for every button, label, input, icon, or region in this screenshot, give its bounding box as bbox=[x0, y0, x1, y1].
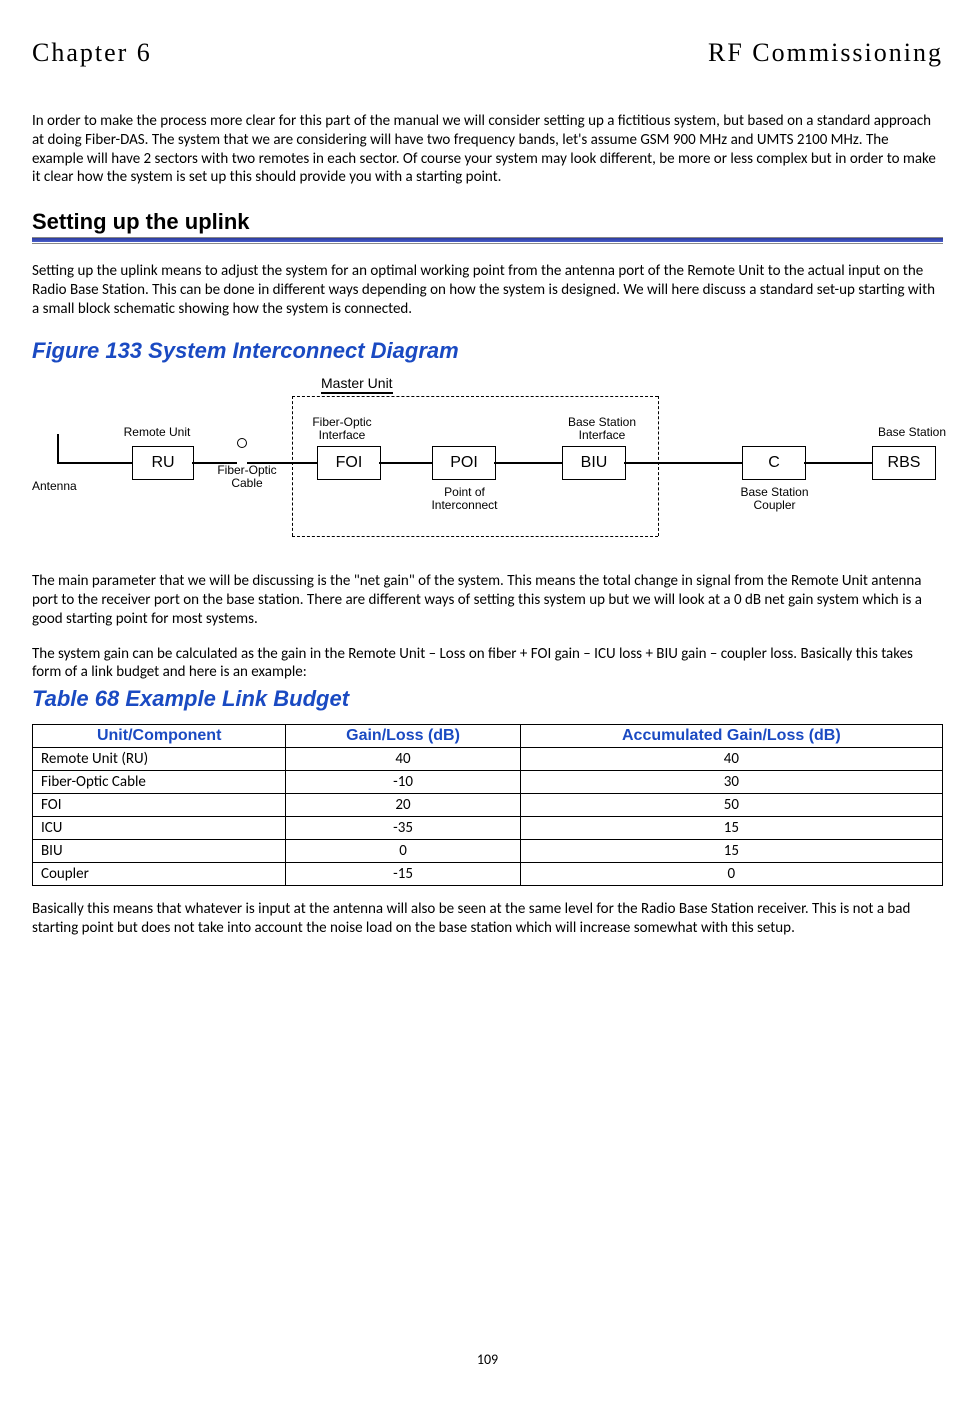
th-gain: Gain/Loss (dB) bbox=[286, 725, 520, 748]
table-row: BIU 0 15 bbox=[33, 840, 943, 863]
cell-gain: 20 bbox=[286, 794, 520, 817]
figure-title: Figure 133 System Interconnect Diagram bbox=[32, 338, 943, 364]
intro-paragraph: In order to make the process more clear … bbox=[32, 112, 943, 187]
heading-rule bbox=[32, 237, 943, 244]
label-biu: Base Station Interface bbox=[562, 416, 642, 442]
cell-unit: BIU bbox=[33, 840, 286, 863]
cell-acc: 50 bbox=[520, 794, 942, 817]
cell-unit: Coupler bbox=[33, 863, 286, 886]
th-unit: Unit/Component bbox=[33, 725, 286, 748]
label-coupler: Base Station Coupler bbox=[737, 486, 812, 512]
header-chapter: Chapter 6 bbox=[32, 38, 152, 68]
label-antenna: Antenna bbox=[32, 480, 82, 493]
section-heading-uplink: Setting up the uplink bbox=[32, 209, 943, 235]
page-number: 109 bbox=[32, 1351, 943, 1368]
cell-gain: -15 bbox=[286, 863, 520, 886]
cell-acc: 40 bbox=[520, 748, 942, 771]
cell-unit: FOI bbox=[33, 794, 286, 817]
cell-acc: 15 bbox=[520, 840, 942, 863]
label-poi: Point of Interconnect bbox=[427, 486, 502, 512]
cell-acc: 0 bbox=[520, 863, 942, 886]
net-gain-paragraph: The main parameter that we will be discu… bbox=[32, 572, 943, 628]
label-foi: Fiber-Optic Interface bbox=[307, 416, 377, 442]
box-biu: BIU bbox=[562, 446, 626, 480]
label-fiber-cable: Fiber-Optic Cable bbox=[212, 464, 282, 490]
line-foi-poi bbox=[379, 462, 432, 464]
master-unit-dash-bottom bbox=[292, 536, 658, 537]
cell-acc: 15 bbox=[520, 817, 942, 840]
table-header-row: Unit/Component Gain/Loss (dB) Accumulate… bbox=[33, 725, 943, 748]
label-remote-unit: Remote Unit bbox=[117, 426, 197, 439]
cell-acc: 30 bbox=[520, 771, 942, 794]
master-unit-dash-right bbox=[658, 396, 659, 536]
table-row: FOI 20 50 bbox=[33, 794, 943, 817]
box-c: C bbox=[742, 446, 806, 480]
th-acc: Accumulated Gain/Loss (dB) bbox=[520, 725, 942, 748]
table-row: Remote Unit (RU) 40 40 bbox=[33, 748, 943, 771]
system-interconnect-diagram: Master Unit Remote Unit Fiber-Optic Inte… bbox=[32, 376, 943, 556]
cell-gain: -35 bbox=[286, 817, 520, 840]
box-rbs: RBS bbox=[872, 446, 936, 480]
box-ru: RU bbox=[132, 446, 194, 480]
uplink-paragraph: Setting up the uplink means to adjust th… bbox=[32, 262, 943, 318]
link-budget-table: Unit/Component Gain/Loss (dB) Accumulate… bbox=[32, 724, 943, 886]
cell-gain: -10 bbox=[286, 771, 520, 794]
cell-unit: ICU bbox=[33, 817, 286, 840]
page-header: Chapter 6 RF Commissioning bbox=[32, 38, 943, 68]
line-poi-biu bbox=[494, 462, 562, 464]
line-biu-c bbox=[624, 462, 742, 464]
cell-unit: Fiber-Optic Cable bbox=[33, 771, 286, 794]
fiber-connector-icon bbox=[237, 438, 247, 448]
label-base-station: Base Station bbox=[872, 426, 952, 439]
table-row: Fiber-Optic Cable -10 30 bbox=[33, 771, 943, 794]
cell-gain: 0 bbox=[286, 840, 520, 863]
master-unit-underline bbox=[321, 392, 393, 394]
cell-gain: 40 bbox=[286, 748, 520, 771]
antenna-bar bbox=[57, 434, 59, 464]
table-row: Coupler -15 0 bbox=[33, 863, 943, 886]
master-unit-dash-top bbox=[292, 396, 658, 397]
cell-unit: Remote Unit (RU) bbox=[33, 748, 286, 771]
box-foi: FOI bbox=[317, 446, 381, 480]
box-poi: POI bbox=[432, 446, 496, 480]
label-master-unit: Master Unit bbox=[321, 376, 393, 391]
table-title: Table 68 Example Link Budget bbox=[32, 686, 943, 712]
gain-calc-paragraph: The system gain can be calculated as the… bbox=[32, 645, 943, 683]
master-unit-dash-left bbox=[292, 396, 293, 536]
table-row: ICU -35 15 bbox=[33, 817, 943, 840]
header-title: RF Commissioning bbox=[708, 38, 943, 68]
line-ant-ru bbox=[57, 462, 132, 464]
line-c-rbs bbox=[804, 462, 872, 464]
closing-paragraph: Basically this means that whatever is in… bbox=[32, 900, 943, 938]
